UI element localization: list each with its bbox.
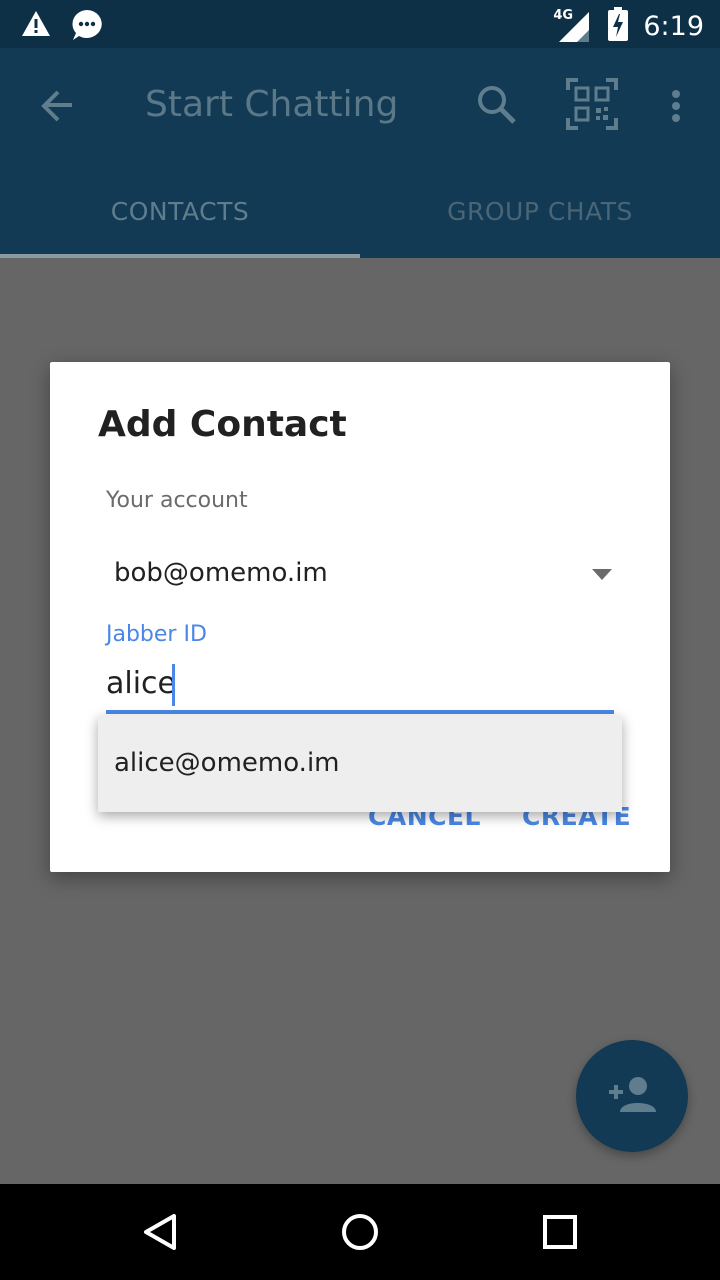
page-title: Start Chatting bbox=[145, 84, 399, 125]
warning-icon bbox=[20, 8, 52, 46]
status-clock: 6:19 bbox=[643, 10, 704, 42]
status-bar: 4G 6:19 bbox=[0, 0, 720, 48]
home-circle-icon[interactable] bbox=[336, 1208, 384, 1256]
qr-code-icon[interactable] bbox=[562, 74, 622, 134]
more-vert-icon[interactable] bbox=[660, 78, 692, 134]
tab-indicator bbox=[0, 254, 360, 258]
recents-square-icon[interactable] bbox=[536, 1208, 584, 1256]
battery-charging-icon bbox=[607, 6, 629, 46]
tab-contacts[interactable]: CONTACTS bbox=[0, 168, 360, 254]
chat-notification-icon bbox=[70, 8, 104, 46]
add-contact-icon bbox=[606, 1074, 658, 1118]
tab-group-chats[interactable]: GROUP CHATS bbox=[360, 168, 720, 254]
dialog-title: Add Contact bbox=[98, 404, 347, 445]
dropdown-arrow-icon[interactable] bbox=[590, 566, 614, 580]
autocomplete-suggestion[interactable]: alice@omemo.im bbox=[114, 748, 340, 778]
add-contact-fab[interactable] bbox=[576, 1040, 688, 1152]
app-toolbar: Start Chatting bbox=[0, 48, 720, 168]
signal-icon: 4G bbox=[553, 8, 593, 44]
text-caret bbox=[172, 664, 175, 706]
jabber-id-underline bbox=[106, 710, 614, 714]
jabber-id-input[interactable] bbox=[106, 658, 614, 708]
account-label: Your account bbox=[106, 488, 248, 513]
tab-bar: CONTACTS GROUP CHATS bbox=[0, 168, 720, 258]
jabber-id-label: Jabber ID bbox=[106, 622, 207, 647]
back-triangle-icon[interactable] bbox=[136, 1208, 184, 1256]
account-select[interactable]: bob@omemo.im bbox=[114, 558, 328, 588]
search-icon[interactable] bbox=[470, 78, 526, 134]
autocomplete-popup: alice@omemo.im bbox=[98, 716, 622, 812]
system-nav-bar bbox=[0, 1184, 720, 1280]
back-arrow-icon[interactable] bbox=[30, 78, 86, 134]
